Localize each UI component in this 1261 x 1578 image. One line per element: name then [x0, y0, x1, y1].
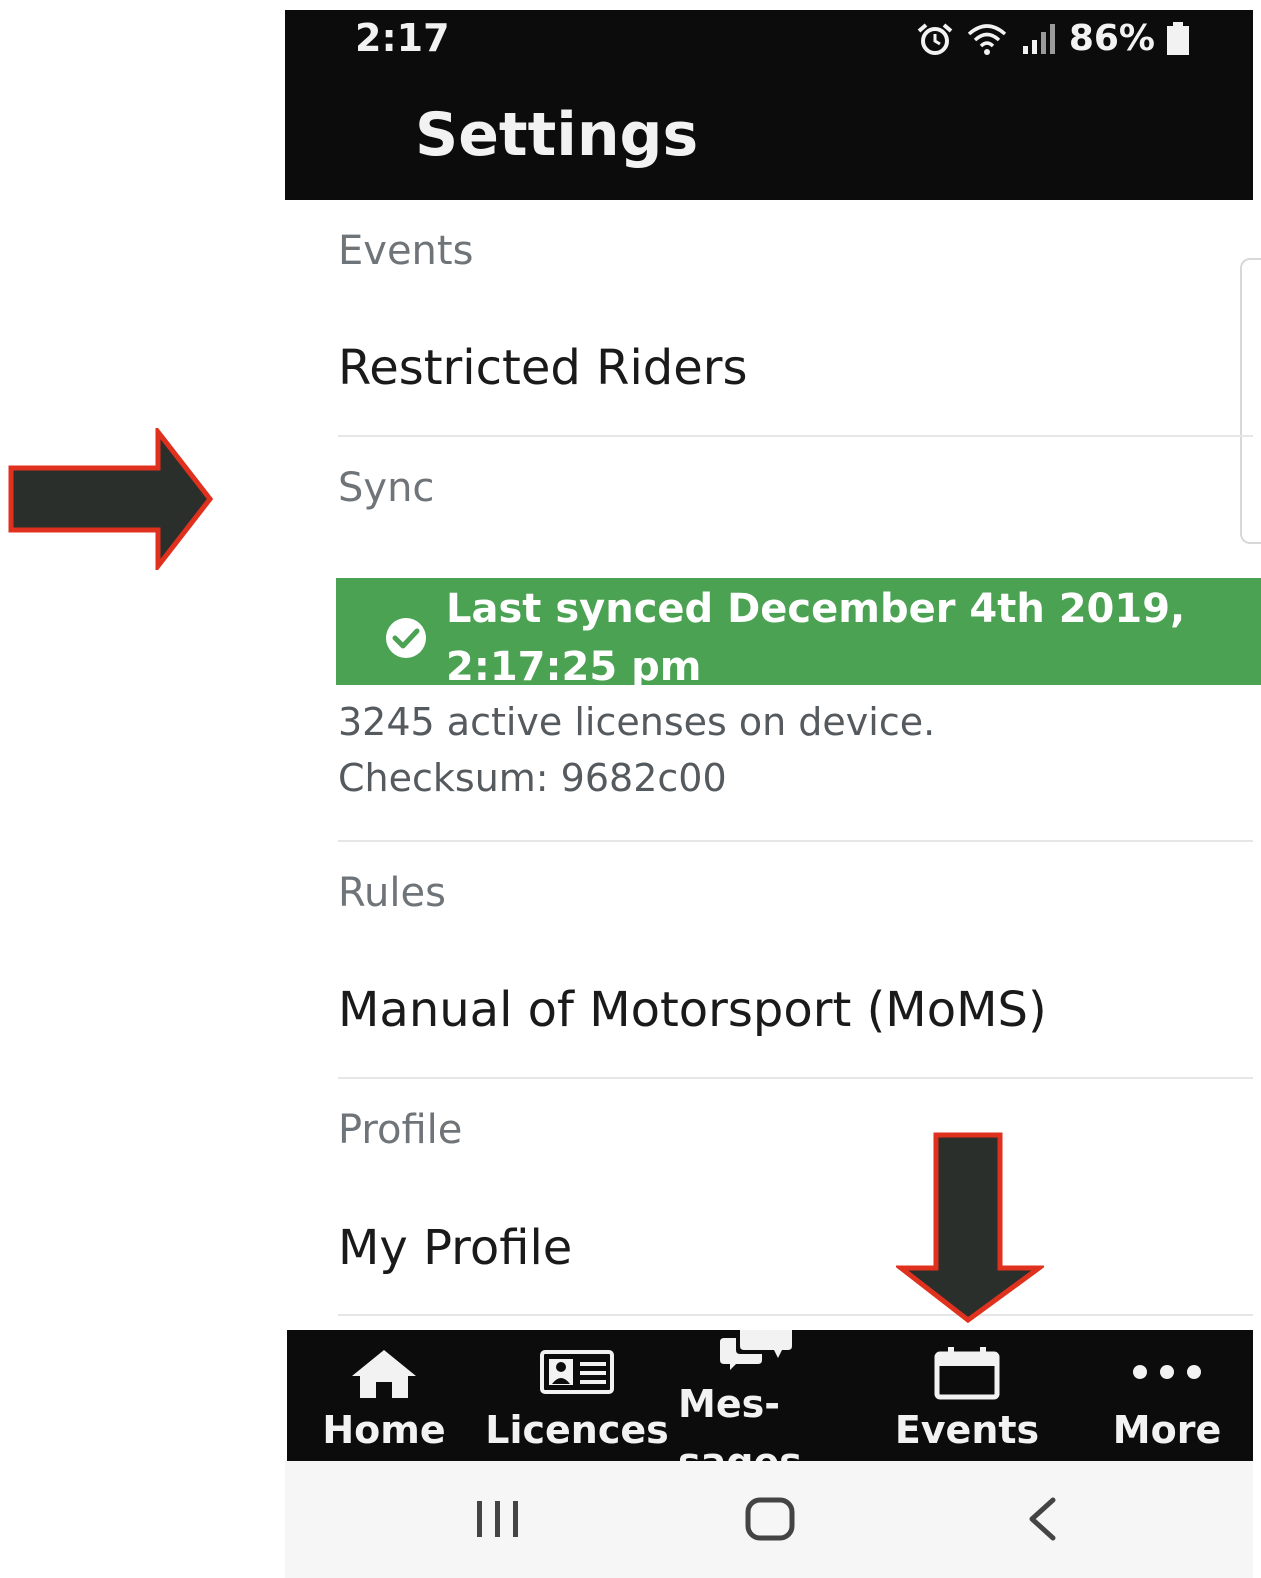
annotation-arrow-down — [896, 1132, 1044, 1324]
tab-label: Events — [894, 1408, 1040, 1452]
last-synced-time: 2:17:25 pm — [446, 644, 702, 690]
section-label-profile: Profile — [338, 1107, 463, 1153]
back-icon[interactable] — [1027, 1497, 1057, 1541]
id-card-icon — [540, 1350, 614, 1394]
tab-messages[interactable]: Mes- sages — [672, 1330, 802, 1461]
status-icons: 86% — [915, 18, 1191, 59]
section-label-events: Events — [338, 228, 474, 274]
page-title: Settings — [415, 100, 699, 170]
divider — [338, 1077, 1253, 1079]
divider — [338, 840, 1253, 842]
chat-icon — [720, 1330, 792, 1370]
recent-apps-icon[interactable] — [475, 1499, 521, 1539]
last-synced-date: Last synced December 4th 2019, — [446, 586, 1186, 632]
tab-more[interactable]: More — [1097, 1330, 1237, 1461]
tab-label: Licences — [485, 1408, 669, 1452]
checksum-text: Checksum: 9682c00 — [338, 756, 727, 800]
last-synced-text: Last synced December 4th 2019, 2:17:25 p… — [446, 580, 1226, 696]
section-label-rules: Rules — [338, 870, 446, 916]
tab-label: Mes- — [678, 1382, 780, 1426]
wifi-icon — [967, 23, 1006, 55]
status-time: 2:17 — [355, 16, 450, 60]
tab-events[interactable]: Events — [887, 1330, 1047, 1461]
active-licenses-count: 3245 active licenses on device. — [338, 700, 936, 744]
scroll-indicator — [1240, 258, 1261, 544]
my-profile-item[interactable]: My Profile — [338, 1220, 572, 1276]
home-button-icon[interactable] — [745, 1497, 795, 1541]
tab-licences[interactable]: Licences — [477, 1330, 677, 1461]
section-label-sync: Sync — [338, 465, 435, 511]
annotation-arrow-right — [8, 428, 214, 570]
tab-label-continued: sages — [678, 1440, 802, 1461]
battery-percent: 86% — [1068, 18, 1155, 59]
calendar-icon — [934, 1347, 1000, 1400]
check-circle-icon — [386, 618, 426, 658]
restricted-riders-item[interactable]: Restricted Riders — [338, 340, 748, 396]
system-nav-bar — [285, 1461, 1253, 1578]
alarm-icon — [917, 22, 953, 55]
signal-icon — [1022, 23, 1055, 54]
divider — [338, 435, 1253, 437]
tab-home[interactable]: Home — [309, 1330, 459, 1461]
more-dots-icon — [1133, 1365, 1201, 1379]
phone-screen: 2:17 86% Settings Events Restricted Ride… — [285, 10, 1261, 1578]
home-icon — [352, 1350, 416, 1398]
tab-label: Home — [322, 1408, 446, 1452]
manual-of-motorsport-item[interactable]: Manual of Motorsport (MoMS) — [338, 982, 1047, 1038]
app-header: 2:17 86% Settings — [285, 10, 1253, 200]
sync-status-banner: Last synced December 4th 2019, 2:17:25 p… — [336, 578, 1261, 690]
bottom-tab-bar: Home Licences Mes- sages — [287, 1330, 1253, 1461]
battery-icon — [1167, 21, 1189, 55]
divider — [338, 1314, 1253, 1316]
tab-label: More — [1112, 1408, 1222, 1452]
